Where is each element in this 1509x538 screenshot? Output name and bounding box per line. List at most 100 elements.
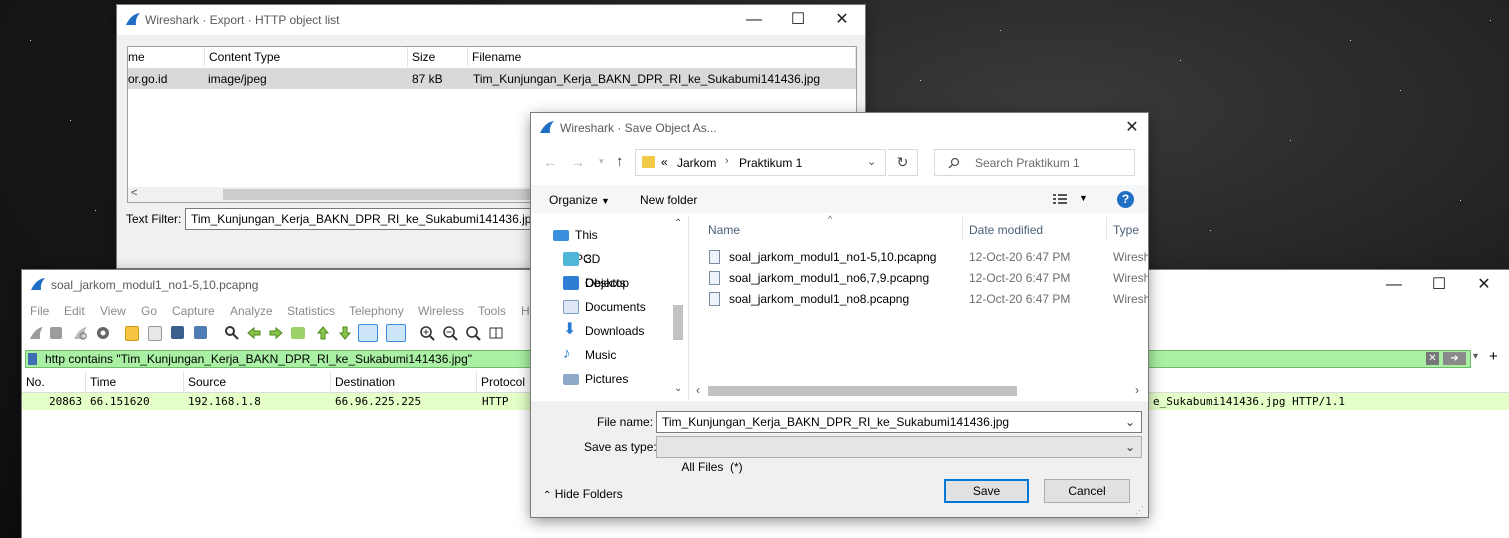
find-packet-icon[interactable] [224, 325, 240, 341]
column-header-no[interactable]: No. [22, 372, 86, 392]
save-button[interactable]: Save [944, 479, 1029, 503]
view-options-icon[interactable] [1053, 193, 1069, 205]
column-header-size[interactable]: Size [408, 47, 468, 67]
clear-filter-icon[interactable]: ✕ [1426, 352, 1439, 365]
resize-grip-icon[interactable]: ⋰ [1135, 505, 1144, 516]
column-header-date-modified[interactable]: Date modified [969, 223, 1043, 237]
tree-scrollbar[interactable]: ⌃ ⌄ [671, 217, 687, 400]
menu-analyze[interactable]: Analyze [230, 301, 273, 321]
column-header-destination[interactable]: Destination [331, 372, 477, 392]
open-file-icon[interactable] [125, 326, 139, 341]
breadcrumb-overflow[interactable]: « [661, 155, 668, 169]
go-to-packet-icon[interactable] [291, 327, 305, 339]
menu-tools[interactable]: Tools [478, 301, 506, 321]
restart-capture-icon[interactable] [72, 325, 88, 341]
file-name-dropdown-icon[interactable]: ⌄ [1125, 412, 1135, 432]
organize-button[interactable]: Organize ▼ [549, 193, 610, 207]
column-header-time[interactable]: Time [86, 372, 184, 392]
bookmark-icon[interactable] [28, 353, 37, 365]
normal-size-icon[interactable] [465, 325, 481, 341]
recent-locations-icon[interactable]: ▾ [599, 156, 604, 167]
save-file-icon[interactable] [148, 326, 162, 341]
resize-columns-icon[interactable] [488, 325, 504, 341]
close-button[interactable]: ✕ [1473, 274, 1495, 296]
maximize-button[interactable]: ☐ [1428, 274, 1450, 296]
apply-filter-icon[interactable]: ➜ [1443, 352, 1466, 365]
column-header-source[interactable]: Source [184, 372, 331, 392]
minimize-button[interactable]: — [743, 9, 765, 31]
save-as-type-dropdown-icon[interactable]: ⌄ [1125, 437, 1135, 457]
close-button[interactable]: ✕ [1121, 117, 1143, 139]
file-date: 12-Oct-20 6:47 PM [969, 271, 1071, 285]
minimize-button[interactable]: — [1383, 274, 1405, 296]
go-back-icon[interactable] [246, 325, 262, 341]
close-file-icon[interactable] [171, 326, 184, 339]
refresh-button[interactable]: ↻ [888, 149, 918, 176]
close-button[interactable]: ✕ [831, 9, 853, 31]
scroll-left-icon[interactable]: ‹ [696, 383, 700, 397]
start-capture-icon[interactable] [28, 325, 44, 341]
column-header-protocol[interactable]: Protocol [477, 372, 537, 392]
menu-view[interactable]: View [100, 301, 126, 321]
add-filter-button[interactable]: + [1489, 348, 1498, 365]
file-row[interactable]: soal_jarkom_modul1_no1-5,10.pcapng 12-Oc… [691, 247, 1148, 268]
table-row[interactable]: or.go.id image/jpeg 87 kB Tim_Kunjungan_… [128, 69, 856, 89]
menu-help[interactable]: H [521, 301, 530, 321]
first-packet-icon[interactable] [315, 325, 331, 341]
hide-folders-button[interactable]: ⌃ Hide Folders [543, 487, 623, 501]
view-dropdown-icon[interactable]: ▼ [1079, 193, 1088, 203]
menu-telephony[interactable]: Telephony [349, 301, 404, 321]
menu-statistics[interactable]: Statistics [287, 301, 335, 321]
last-packet-icon[interactable] [337, 325, 353, 341]
column-header-content-type[interactable]: Content Type [205, 47, 408, 67]
breadcrumb-jarkom[interactable]: Jarkom [677, 156, 716, 170]
up-arrow-icon[interactable]: ↑ [616, 153, 624, 170]
forward-arrow-icon[interactable]: → [571, 154, 585, 170]
column-header-filename[interactable]: Filename [468, 47, 856, 67]
menu-edit[interactable]: Edit [64, 301, 85, 321]
menu-wireless[interactable]: Wireless [418, 301, 464, 321]
scroll-left-icon[interactable]: < [131, 187, 137, 199]
wireshark-fin-icon [540, 121, 554, 133]
search-input[interactable]: Search Praktikum 1 [975, 156, 1080, 170]
maximize-button[interactable]: ☐ [787, 9, 809, 31]
tree-scrollbar-thumb[interactable] [673, 305, 683, 340]
stop-capture-icon[interactable] [50, 327, 62, 339]
menu-go[interactable]: Go [141, 301, 157, 321]
address-dropdown-icon[interactable]: ⌄ [867, 155, 876, 168]
column-header-name[interactable]: Name [708, 223, 740, 237]
colorize-icon[interactable] [386, 324, 406, 342]
column-header-hostname[interactable]: me [128, 47, 205, 67]
new-folder-button[interactable]: New folder [640, 193, 697, 207]
text-filter-input[interactable]: Tim_Kunjungan_Kerja_BAKN_DPR_RI_ke_Sukab… [185, 208, 545, 230]
capture-options-icon[interactable] [95, 325, 111, 341]
breadcrumb-praktikum[interactable]: Praktikum 1 [739, 156, 802, 170]
reload-file-icon[interactable] [194, 326, 207, 339]
display-filter-input[interactable]: http contains "Tim_Kunjungan_Kerja_BAKN_… [45, 352, 472, 366]
go-forward-icon[interactable] [268, 325, 284, 341]
cancel-button[interactable]: Cancel [1044, 479, 1130, 503]
file-row[interactable]: soal_jarkom_modul1_no6,7,9.pcapng 12-Oct… [691, 268, 1148, 289]
zoom-out-icon[interactable] [442, 325, 458, 341]
file-list-hscrollbar[interactable]: ‹ › [691, 383, 1148, 399]
filter-dropdown-icon[interactable]: ▾ [1473, 351, 1478, 362]
hscrollbar-thumb[interactable] [708, 386, 1017, 396]
file-name-input[interactable]: Tim_Kunjungan_Kerja_BAKN_DPR_RI_ke_Sukab… [656, 411, 1142, 433]
menu-file[interactable]: File [30, 301, 49, 321]
back-arrow-icon[interactable]: ← [543, 154, 557, 170]
scroll-right-icon[interactable]: › [1135, 383, 1139, 397]
address-bar[interactable]: « Jarkom › Praktikum 1 ⌄ [635, 149, 886, 176]
help-icon[interactable]: ? [1117, 191, 1134, 208]
save-as-type-select[interactable]: All Files (*) ⌄ [656, 436, 1142, 474]
file-row[interactable]: soal_jarkom_modul1_no8.pcapng 12-Oct-20 … [691, 289, 1148, 310]
column-header-type[interactable]: Type [1113, 223, 1139, 237]
scrollbar-thumb[interactable] [223, 189, 553, 200]
zoom-in-icon[interactable] [419, 325, 435, 341]
search-box[interactable]: Search Praktikum 1 [934, 149, 1135, 176]
scroll-up-icon[interactable]: ⌃ [674, 218, 682, 229]
autoscroll-icon[interactable] [358, 324, 378, 342]
packet-time: 66.151620 [90, 395, 150, 408]
menu-capture[interactable]: Capture [172, 301, 215, 321]
scroll-down-icon[interactable]: ⌄ [674, 383, 682, 394]
search-icon [948, 157, 960, 169]
